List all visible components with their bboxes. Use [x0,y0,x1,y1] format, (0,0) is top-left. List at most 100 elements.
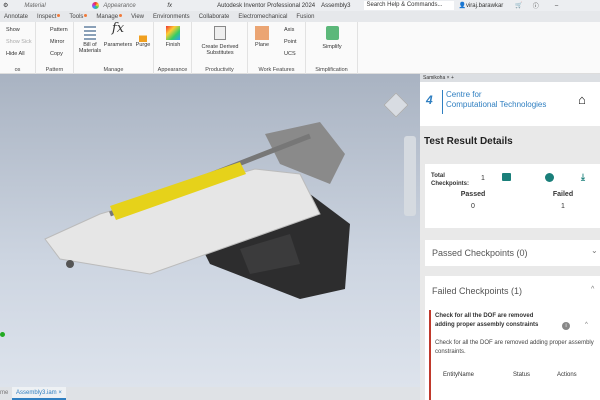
section-title: Failed Checkpoints (1) [432,286,523,296]
close-icon[interactable]: × [58,390,62,396]
gear-icon[interactable]: ⚙ [3,2,8,9]
table-icon [84,26,96,40]
fx-icon: fx [111,21,125,36]
label: Simplify [322,44,342,50]
plane-icon [255,26,269,40]
plane-button[interactable]: Plane [250,26,274,48]
tab-environments[interactable]: Environments [153,14,190,20]
tab-tools[interactable]: Tools [69,14,87,20]
help-icon[interactable]: ⓘ [533,1,539,10]
parameters-button[interactable]: fx Parameters [102,21,134,48]
search-input[interactable]: Search Help & Commands... [364,1,455,10]
pattern-button[interactable]: Pattern [50,27,68,33]
bill-of-materials-button[interactable]: Bill of Materials [76,26,104,54]
column-header-actions: Actions [557,372,577,378]
download-icon[interactable]: ⤓ [581,172,585,183]
group-label: Pattern [45,67,64,73]
group-label: Simplification [315,67,348,73]
tab-electromechanical[interactable]: Electromechanical [238,14,287,20]
document-tab-active[interactable]: Assembly3.iam × [12,387,66,400]
passed-value: 0 [471,203,475,210]
passed-label: Passed [460,191,486,198]
hide-all-button[interactable]: Hide All [6,51,25,57]
label: Finish [165,42,181,48]
tab-inspect[interactable]: Inspect [37,14,60,20]
failed-checkpoints-accordion: Failed Checkpoints (1) ^ Check for all t… [425,276,600,400]
label: Substitutes [206,50,234,56]
material-dropdown[interactable]: Material [24,3,68,9]
info-icon[interactable]: i [562,322,570,330]
show-button[interactable]: Show [6,27,20,33]
summary-card: Total Checkpoints: 1 ⤓ Passed 0 Failed 1 [425,164,600,228]
chevron-up-icon[interactable]: ^ [591,286,594,293]
pattern-group: Pattern Mirror Copy Pattern [36,22,74,74]
ucs-button[interactable]: UCS [284,51,296,57]
tab-manage[interactable]: Manage [96,14,122,20]
app-title: Autodesk Inventor Professional 2024 [217,2,316,9]
brand-line: Centre for [446,90,482,99]
chevron-down-icon[interactable]: ⌄ [591,246,598,255]
home-icon[interactable]: ⌂ [578,92,586,107]
title-bar: ⚙ Material Appearance fx Autodesk Invent… [0,0,600,11]
group-label: os [14,67,21,73]
tab-view[interactable]: View [131,14,144,20]
cart-icon[interactable]: 🛒 [515,2,522,9]
tab-label: Assembly3.iam [16,390,57,396]
tab-annotate[interactable]: Annotate [4,14,28,20]
fx-icon[interactable]: fx [167,3,172,9]
refresh-icon[interactable] [545,173,554,182]
broom-icon [139,26,147,42]
panel-header: 4 Centre for Computational Technologies ⌂ [420,82,600,126]
3d-viewport[interactable] [0,74,420,387]
brand-line: Computational Technologies [446,100,547,109]
passed-checkpoints-accordion[interactable]: Passed Checkpoints (0) ⌄ [425,240,600,266]
cctech-logo: 4 [426,93,433,107]
samikoha-panel: Samikoha × + 4 Centre for Computational T… [420,74,600,400]
work-features-group: Plane Axis Point UCS Work Features [248,22,306,74]
add-tab-icon[interactable]: + [451,75,454,81]
purge-button[interactable]: Purge [132,26,154,48]
appearance-color-icon [92,2,100,9]
label: Parameters [103,42,133,48]
derived-icon [214,26,226,40]
simplify-button[interactable]: Simplify [314,26,350,50]
simplify-icon [325,26,339,40]
label: Plane [254,42,270,48]
appearance-group: Finish Appearance [154,22,192,74]
manage-group: Bill of Materials fx Parameters Purge Man… [74,22,154,74]
document-tab[interactable]: me [0,390,8,396]
document-name: Assembly3 [321,2,351,9]
minimize-button[interactable]: – [555,3,558,9]
create-derived-substitutes-button[interactable]: Create Derived Substitutes [194,26,246,56]
user-name[interactable]: viraj.barawkar [466,3,503,9]
close-icon[interactable]: × [447,75,450,81]
tab-fusion[interactable]: Fusion [296,14,314,20]
appearance-dropdown[interactable]: Appearance [103,3,147,9]
group-label: Productivity [205,67,234,73]
axis-button[interactable]: Axis [284,27,294,33]
show-sick-button[interactable]: Show Sick [6,39,32,45]
ribbon: Show Show Sick Hide All os Pattern Mirro… [0,22,600,74]
copy-button[interactable]: Copy [50,51,63,57]
group-label: Manage [103,67,124,73]
column-header-status: Status [513,372,531,378]
fail-indicator [429,310,431,400]
ribbon-tabs: Annotate Inspect Tools Manage View Envir… [0,11,600,22]
chevron-up-icon[interactable]: ^ [585,322,588,328]
brand-name: Centre for Computational Technologies [446,90,546,110]
navigation-bar[interactable] [404,136,416,216]
finish-button[interactable]: Finish [158,26,188,48]
label: Materials [78,48,102,54]
total-label: Total Checkpoints: [431,173,470,187]
section-title: Passed Checkpoints (0) [432,248,528,258]
page-title: Test Result Details [424,136,513,147]
finish-icon [166,26,180,40]
panel-tab[interactable]: Samikoha [423,75,445,81]
total-value: 1 [481,175,485,182]
tab-collaborate[interactable]: Collaborate [199,14,230,20]
point-button[interactable]: Point [284,39,297,45]
comment-icon[interactable] [502,173,511,181]
document-tabs: me Assembly3.iam × [0,387,420,400]
mirror-button[interactable]: Mirror [50,39,64,45]
checkpoint-description: Check for all the DOF are removed adding… [435,340,594,355]
